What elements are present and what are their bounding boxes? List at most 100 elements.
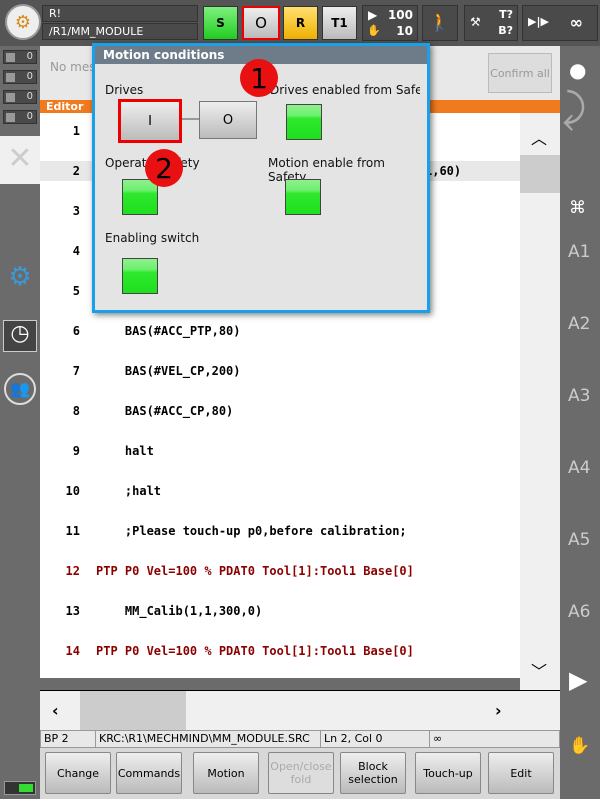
- line-text: ;halt: [96, 484, 162, 498]
- count: 0: [26, 91, 33, 102]
- line-number: 2: [72, 164, 80, 178]
- mode-button[interactable]: T1: [322, 6, 357, 40]
- play-icon: ▶: [368, 8, 378, 22]
- breakpoint: BP 2: [41, 731, 96, 747]
- jog-axis-a4[interactable]: A4: [568, 458, 590, 478]
- jog-arrows-icon[interactable]: ⤸: [562, 86, 586, 132]
- jog-hand-icon: ✋: [367, 24, 381, 37]
- globe-icon[interactable]: ●: [569, 58, 586, 82]
- drives-off-button[interactable]: O: [199, 101, 257, 139]
- run-mode-value: ∞: [569, 13, 583, 32]
- softkey-touch-up[interactable]: Touch-up: [415, 752, 481, 794]
- drives-label: Drives: [105, 83, 144, 97]
- code-line[interactable]: 6 BAS(#ACC_PTP,80): [40, 321, 520, 341]
- scroll-down-icon[interactable]: ﹀: [531, 658, 547, 682]
- battery-icon: [4, 781, 36, 795]
- drives-safety-led: [286, 104, 322, 140]
- tool-icon: ⚒: [470, 15, 481, 29]
- scroll-right-icon[interactable]: ›: [495, 701, 502, 720]
- submit-status-button[interactable]: S: [203, 6, 238, 40]
- code-line[interactable]: 8 BAS(#ACC_CP,80): [40, 401, 520, 421]
- line-number: 3: [72, 204, 80, 218]
- line-number: 7: [72, 364, 80, 378]
- jog-axis-a3[interactable]: A3: [568, 386, 590, 406]
- jog-axis-a5[interactable]: A5: [568, 530, 590, 550]
- line-number: 5: [72, 284, 80, 298]
- line-number: 13: [65, 604, 80, 618]
- softkey-edit[interactable]: Edit: [488, 752, 554, 794]
- softkey-block-selection[interactable]: Block selection: [340, 752, 406, 794]
- line-number: 6: [72, 324, 80, 338]
- link-icon: ∞: [433, 732, 443, 745]
- drives-status-button[interactable]: O: [242, 6, 280, 40]
- count: 0: [26, 111, 33, 122]
- scroll-thumb[interactable]: [80, 691, 186, 730]
- kuka-robot-logo-icon[interactable]: ⚙: [5, 4, 41, 40]
- jog-hand-icon[interactable]: ✋: [569, 736, 590, 756]
- line-text: PTP P0 Vel=100 % PDAT0 Tool[1]:Tool1 Bas…: [96, 564, 414, 578]
- close-icon[interactable]: ✕: [0, 136, 40, 184]
- jog-override: 10: [396, 24, 413, 38]
- softkey-change[interactable]: Change: [45, 752, 111, 794]
- softkey-open-close-fold[interactable]: Open/close fold: [268, 752, 334, 794]
- run-status-button[interactable]: R: [283, 6, 318, 40]
- enabling-switch-label: Enabling switch: [105, 231, 200, 245]
- coordinate-system-icon[interactable]: ⌘: [569, 198, 586, 218]
- clock-icon[interactable]: ◷: [3, 320, 37, 352]
- override-button[interactable]: ▶ 100 ✋ 10: [362, 5, 418, 41]
- tool-base-button[interactable]: ⚒ T? B?: [464, 5, 518, 41]
- walking-person-icon[interactable]: 🚶: [422, 5, 458, 41]
- operator-safety-led: [122, 179, 158, 215]
- count: 0: [26, 51, 33, 62]
- run-mode-icon: ▶|▶: [528, 15, 549, 28]
- jog-axis-a6[interactable]: A6: [568, 602, 590, 622]
- line-text: MM_Calib(1,1,300,0): [96, 604, 263, 618]
- vertical-scrollbar[interactable]: ︿ ﹀: [520, 113, 560, 690]
- annotation-badge-1: 1: [240, 59, 278, 97]
- line-text: 1,60): [425, 164, 462, 178]
- line-number: 12: [65, 564, 80, 578]
- code-line[interactable]: 14 PTP P0 Vel=100 % PDAT0 Tool[1]:Tool1 B…: [40, 641, 520, 661]
- base-label: B?: [498, 24, 513, 37]
- scroll-left-icon[interactable]: ‹: [52, 701, 59, 720]
- code-line[interactable]: 7 BAS(#VEL_CP,200): [40, 361, 520, 381]
- line-number: 1: [72, 124, 80, 138]
- drives-safety-label: Drives enabled from Safety: [270, 83, 420, 97]
- line-text: halt: [96, 444, 154, 458]
- line-number: 10: [65, 484, 80, 498]
- code-line[interactable]: 12 PTP P0 Vel=100 % PDAT0 Tool[1]:Tool1 B…: [40, 561, 520, 581]
- users-icon[interactable]: 👥: [4, 373, 36, 405]
- gear-icon[interactable]: ⚙: [4, 262, 36, 294]
- robot-name[interactable]: R!: [42, 5, 198, 22]
- horizontal-scrollbar[interactable]: ‹ ›: [40, 690, 560, 730]
- motion-conditions-dialog: Motion conditions Drives I O Drives enab…: [92, 43, 430, 313]
- line-number: 11: [65, 524, 80, 538]
- drives-on-button[interactable]: I: [118, 99, 182, 143]
- code-line[interactable]: 10 ;halt: [40, 481, 520, 501]
- tool-label: T?: [499, 8, 513, 21]
- module-path[interactable]: /R1/MM_MODULE: [42, 23, 198, 40]
- code-line[interactable]: 9 halt: [40, 441, 520, 461]
- state-counter[interactable]: 0: [3, 70, 37, 84]
- code-line[interactable]: 11 ;Please touch-up p0,before calibratio…: [40, 521, 520, 541]
- right-sidebar: ● ⤸ ⌘ A1 A2 A3 A4 A5 A6 ▶ ✋: [560, 46, 600, 799]
- motion-enable-led: [285, 179, 321, 215]
- line-text: BAS(#ACC_CP,80): [96, 404, 234, 418]
- softkey-motion[interactable]: Motion: [193, 752, 259, 794]
- scroll-up-icon[interactable]: ︿: [531, 125, 547, 149]
- dialog-counter[interactable]: 0: [3, 110, 37, 124]
- info-counter[interactable]: 0: [3, 90, 37, 104]
- acknowledge-counter[interactable]: 0: [3, 50, 37, 64]
- program-run-mode-button[interactable]: ▶|▶ ∞: [522, 5, 598, 41]
- scroll-thumb[interactable]: [520, 155, 560, 193]
- jog-axis-a1[interactable]: A1: [568, 242, 590, 262]
- line-text: BAS(#VEL_CP,200): [96, 364, 241, 378]
- status-bar: BP 2 KRC:\R1\MECHMIND\MM_MODULE.SRC Ln 2…: [40, 730, 560, 748]
- softkey-commands[interactable]: Commands: [116, 752, 182, 794]
- count: 0: [26, 71, 33, 82]
- line-text: BAS(#ACC_PTP,80): [96, 324, 241, 338]
- code-line[interactable]: 13 MM_Calib(1,1,300,0): [40, 601, 520, 621]
- confirm-all-button[interactable]: Confirm all: [488, 53, 552, 93]
- start-icon[interactable]: ▶: [569, 666, 587, 694]
- jog-axis-a2[interactable]: A2: [568, 314, 590, 334]
